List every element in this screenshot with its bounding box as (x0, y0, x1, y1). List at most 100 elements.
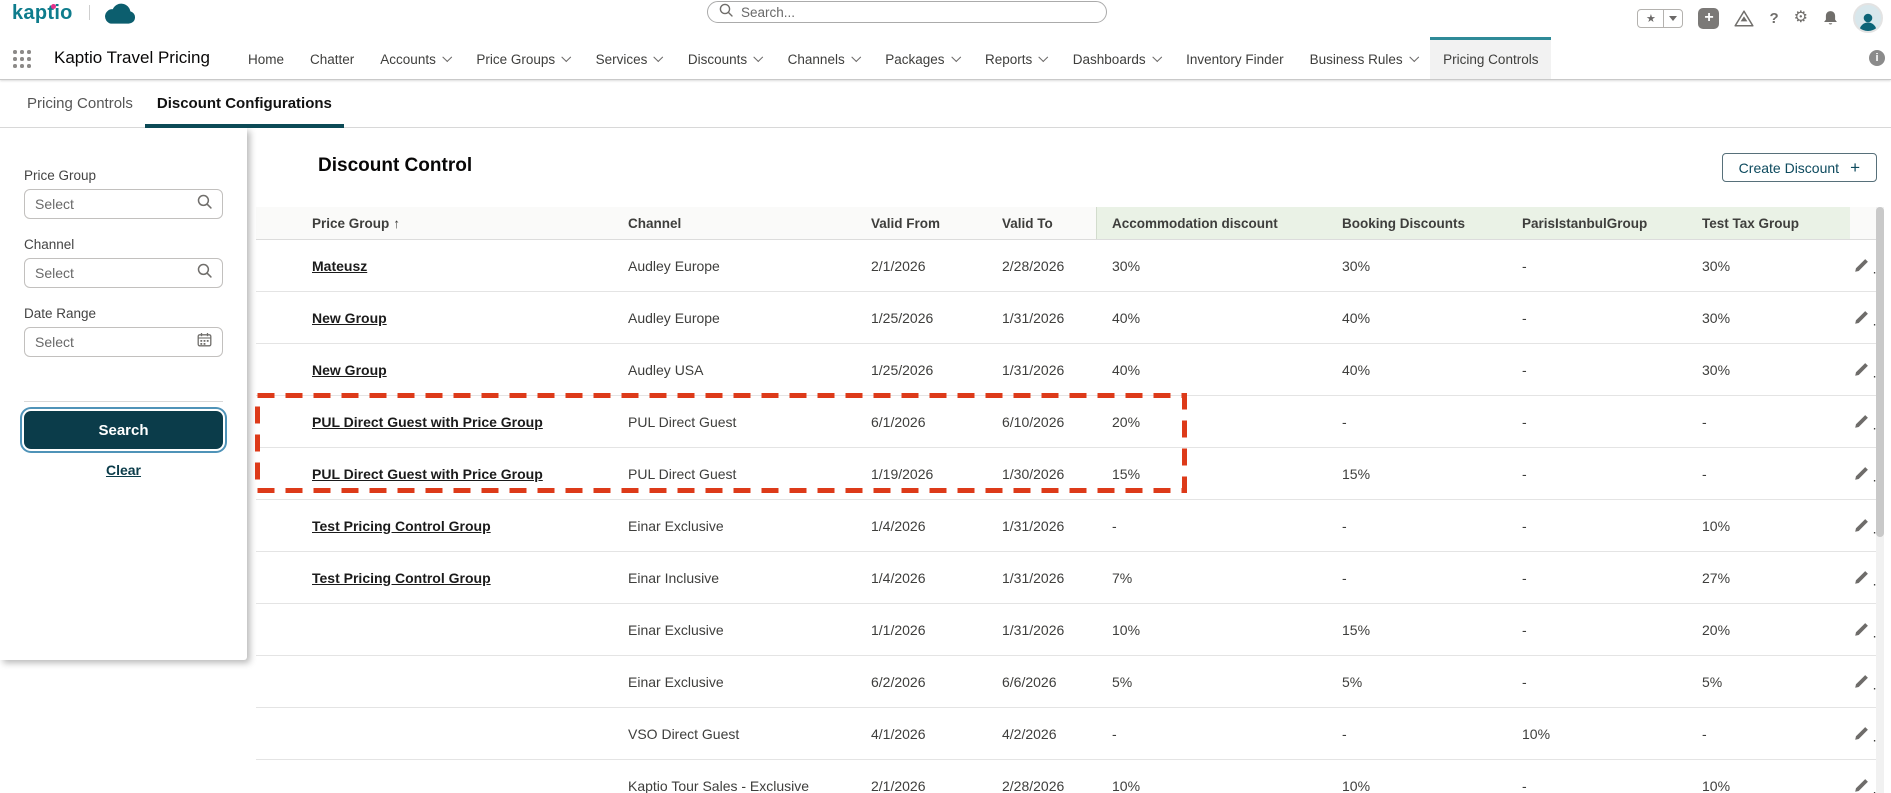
table-row: New Group Audley Europe 1/25/2026 1/31/2… (256, 292, 1876, 344)
price-group-link[interactable]: Test Pricing Control Group (312, 570, 491, 586)
parisistanbulgroup-value: - (1522, 622, 1702, 638)
edit-icon[interactable] (1850, 775, 1872, 793)
column-header-valid-to[interactable]: Valid To (1002, 216, 1112, 231)
channel-value: PUL Direct Guest (628, 414, 871, 430)
column-header-accommodation-discount[interactable]: Accommodation discount (1112, 216, 1342, 231)
channel-select[interactable] (24, 258, 223, 288)
edit-icon[interactable] (1850, 307, 1872, 329)
edit-icon[interactable] (1850, 671, 1872, 693)
nav-tab-label: Dashboards (1073, 52, 1146, 67)
parisistanbulgroup-value: - (1522, 258, 1702, 274)
column-header-valid-from[interactable]: Valid From (871, 216, 1002, 231)
column-header-parisistanbulgroup[interactable]: ParisIstanbulGroup (1522, 216, 1702, 231)
nav-tab-label: Reports (985, 52, 1032, 67)
valid-from-value: 1/4/2026 (871, 570, 1002, 586)
app-launcher-icon[interactable] (13, 50, 31, 68)
chevron-down-icon (1039, 52, 1048, 61)
nav-tab-label: Discounts (688, 52, 747, 67)
booking-discounts-value: - (1342, 414, 1522, 430)
table-row: PUL Direct Guest with Price Group PUL Di… (256, 448, 1876, 500)
table-row: VSO Direct Guest 4/1/2026 4/2/2026 - - 1… (256, 708, 1876, 760)
valid-to-value: 4/2/2026 (1002, 726, 1112, 742)
parisistanbulgroup-value: - (1522, 570, 1702, 586)
search-icon (197, 263, 212, 283)
price-group-link[interactable]: New Group (312, 362, 387, 378)
info-icon[interactable]: i (1869, 50, 1885, 66)
subtab-bar: Pricing Controls Discount Configurations (0, 80, 1891, 128)
edit-icon[interactable] (1850, 619, 1872, 641)
edit-icon[interactable] (1850, 723, 1872, 745)
setup-gear-icon[interactable]: ⚙ (1794, 10, 1808, 26)
nav-tab-discounts[interactable]: Discounts (675, 37, 775, 79)
price-group-select[interactable] (24, 189, 223, 219)
main-content: Discount Control Create Discount + Price… (256, 128, 1891, 793)
trailhead-icon[interactable] (1734, 10, 1754, 27)
parisistanbulgroup-value: - (1522, 778, 1702, 793)
help-icon[interactable]: ? (1769, 10, 1778, 27)
favorites-caret-icon[interactable] (1663, 10, 1682, 27)
nav-tab-price-groups[interactable]: Price Groups (463, 37, 582, 79)
channel-value: Audley Europe (628, 310, 871, 326)
valid-from-value: 1/25/2026 (871, 310, 1002, 326)
price-group-link[interactable]: Mateusz (312, 258, 367, 274)
favorites-star-icon[interactable]: ★ (1638, 10, 1663, 27)
edit-icon[interactable] (1850, 567, 1872, 589)
channel-value: PUL Direct Guest (628, 466, 871, 482)
column-header-price-group[interactable]: Price Group↑ (312, 216, 628, 231)
column-header-channel[interactable]: Channel (628, 216, 871, 231)
nav-tab-services[interactable]: Services (583, 37, 675, 79)
channel-value: Einar Exclusive (628, 518, 871, 534)
global-search[interactable] (707, 1, 1107, 23)
test-tax-group-value: 20% (1702, 622, 1850, 638)
clear-button[interactable]: Clear (106, 462, 141, 478)
price-group-input[interactable] (35, 196, 191, 212)
channel-value: Einar Exclusive (628, 674, 871, 690)
edit-icon[interactable] (1850, 359, 1872, 381)
price-group-link[interactable]: Test Pricing Control Group (312, 518, 491, 534)
search-icon (197, 194, 212, 214)
edit-icon[interactable] (1850, 255, 1872, 277)
table-row: Einar Exclusive 6/2/2026 6/6/2026 5% 5% … (256, 656, 1876, 708)
price-group-link[interactable]: PUL Direct Guest with Price Group (312, 466, 543, 482)
channel-input[interactable] (35, 265, 191, 281)
nav-tab-business-rules[interactable]: Business Rules (1297, 37, 1431, 79)
subtab-pricing-controls[interactable]: Pricing Controls (15, 80, 145, 127)
nav-tab-packages[interactable]: Packages (872, 37, 972, 79)
nav-tab-reports[interactable]: Reports (972, 37, 1060, 79)
subtab-discount-configurations[interactable]: Discount Configurations (145, 80, 344, 127)
nav-tab-chatter[interactable]: Chatter (297, 37, 367, 79)
nav-tab-dashboards[interactable]: Dashboards (1060, 37, 1173, 79)
global-search-input[interactable] (741, 5, 1095, 20)
nav-tab-label: Business Rules (1310, 52, 1403, 67)
nav-tab-label: Channels (788, 52, 845, 67)
nav-tab-inventory-finder[interactable]: Inventory Finder (1173, 37, 1297, 79)
accommodation-discount-value: 10% (1112, 622, 1342, 638)
avatar[interactable] (1853, 3, 1883, 33)
price-group-link[interactable]: PUL Direct Guest with Price Group (312, 414, 543, 430)
create-discount-button[interactable]: Create Discount + (1722, 153, 1877, 182)
nav-tab-pricing-controls[interactable]: Pricing Controls (1430, 37, 1551, 79)
price-group-link[interactable]: New Group (312, 310, 387, 326)
column-header-booking-discounts[interactable]: Booking Discounts (1342, 216, 1522, 231)
nav-tabs: HomeChatterAccountsPrice GroupsServices D… (235, 37, 1551, 79)
nav-tab-channels[interactable]: Channels (775, 37, 873, 79)
scrollbar-thumb[interactable] (1876, 207, 1884, 537)
booking-discounts-value: 40% (1342, 310, 1522, 326)
notifications-bell-icon[interactable] (1823, 10, 1838, 26)
nav-tab-home[interactable]: Home (235, 37, 297, 79)
edit-icon[interactable] (1850, 411, 1872, 433)
column-header-test-tax-group[interactable]: Test Tax Group (1702, 216, 1850, 231)
edit-icon[interactable] (1850, 463, 1872, 485)
parisistanbulgroup-value: - (1522, 310, 1702, 326)
edit-icon[interactable] (1850, 515, 1872, 537)
global-actions: ★ + ? ⚙ (1637, 1, 1883, 35)
table-body: Mateusz Audley Europe 2/1/2026 2/28/2026… (256, 240, 1876, 793)
global-add-icon[interactable]: + (1698, 8, 1719, 29)
date-range-select[interactable] (24, 327, 223, 357)
search-button[interactable]: Search (24, 411, 223, 449)
table-scrollbar[interactable] (1876, 207, 1884, 793)
channel-value: Einar Inclusive (628, 570, 871, 586)
accommodation-discount-value: 20% (1112, 414, 1342, 430)
date-range-input[interactable] (35, 334, 191, 350)
nav-tab-accounts[interactable]: Accounts (367, 37, 463, 79)
